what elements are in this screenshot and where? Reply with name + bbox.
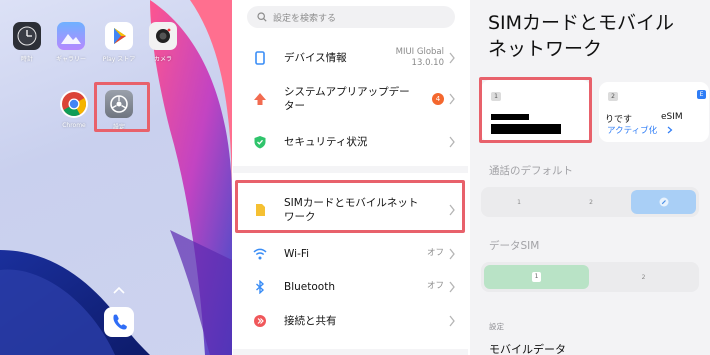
app-label: カメラ bbox=[153, 56, 172, 63]
section-divider bbox=[233, 349, 468, 355]
app-chrome[interactable]: Chrome bbox=[54, 90, 94, 129]
item-label: デバイス情報 bbox=[284, 52, 347, 64]
sim-settings-panel: SIMカードとモバイル ネットワーク 1 2 E りです eSIM アクティブ化… bbox=[470, 0, 710, 355]
sim2-card[interactable]: 2 E りです eSIM アクティブ化 bbox=[599, 82, 709, 142]
connection-sharing-icon bbox=[254, 315, 266, 327]
home-screen: 時計 ギャラリー Play ストア カメラ Chrome 設定 bbox=[0, 0, 232, 355]
call-default-selector[interactable]: 1 2 bbox=[481, 187, 699, 217]
highlight-sim1-card bbox=[479, 77, 592, 143]
shield-check-icon bbox=[254, 136, 266, 149]
app-label: ギャラリー bbox=[55, 56, 86, 63]
section-label-call-default: 通話のデフォルト bbox=[489, 165, 573, 177]
play-store-icon bbox=[105, 22, 133, 50]
highlight-settings-app bbox=[94, 82, 150, 132]
app-label: Chrome bbox=[62, 122, 86, 129]
app-label: Play ストア bbox=[102, 56, 136, 63]
settings-panel: 設定を検索する デバイス情報 MIUI Global 13.0.10 システムア… bbox=[233, 0, 468, 355]
gallery-icon bbox=[57, 22, 85, 50]
item-label: 接続と共有 bbox=[284, 315, 337, 327]
search-icon bbox=[257, 12, 267, 22]
settings-item-security-status[interactable]: セキュリティ状況 bbox=[233, 128, 468, 156]
data-sim-selector[interactable]: 1 2 bbox=[481, 262, 699, 292]
edit-pen-icon bbox=[659, 197, 668, 207]
chevron-right-icon bbox=[449, 315, 455, 327]
wifi-icon bbox=[253, 248, 267, 260]
app-gallery[interactable]: ギャラリー bbox=[51, 22, 91, 63]
settings-item-device-info[interactable]: デバイス情報 MIUI Global 13.0.10 bbox=[233, 44, 468, 72]
section-label-data-sim: データSIM bbox=[489, 240, 540, 252]
app-clock[interactable]: 時計 bbox=[7, 22, 47, 63]
item-value: オフ bbox=[426, 281, 444, 291]
data-option-sim1[interactable]: 1 bbox=[484, 265, 589, 289]
chevron-right-icon bbox=[449, 248, 455, 260]
esim-indicator-icon: E bbox=[697, 90, 706, 99]
update-arrow-icon bbox=[254, 93, 266, 105]
search-bar[interactable]: 設定を検索する bbox=[247, 6, 455, 28]
item-label: Bluetooth bbox=[284, 281, 335, 293]
app-camera[interactable]: カメラ bbox=[143, 22, 183, 63]
app-label: 時計 bbox=[20, 56, 33, 63]
call-option-sim1[interactable]: 1 bbox=[484, 190, 554, 214]
bluetooth-icon bbox=[256, 280, 265, 294]
app-phone[interactable] bbox=[104, 307, 134, 337]
chevron-right-icon bbox=[449, 52, 455, 64]
item-value: オフ bbox=[426, 248, 444, 258]
camera-icon bbox=[149, 22, 177, 50]
phone-icon bbox=[113, 314, 127, 330]
section-divider bbox=[233, 166, 468, 173]
chevron-right-icon bbox=[449, 93, 455, 105]
chevron-right-icon bbox=[449, 136, 455, 148]
settings-item-bluetooth[interactable]: Bluetooth オフ bbox=[233, 273, 468, 301]
settings-item-connection-sharing[interactable]: 接続と共有 bbox=[233, 307, 468, 335]
settings-item-wifi[interactable]: Wi-Fi オフ bbox=[233, 240, 468, 268]
item-label: Wi-Fi bbox=[284, 248, 310, 260]
item-value: MIUI Global 13.0.10 bbox=[395, 47, 444, 68]
call-option-ask[interactable] bbox=[631, 190, 696, 214]
sim-slot-badge: 2 bbox=[608, 92, 618, 101]
phone-outline-icon bbox=[255, 51, 265, 65]
data-option-sim2[interactable]: 2 bbox=[591, 265, 696, 289]
call-option-sim2[interactable]: 2 bbox=[556, 190, 626, 214]
app-play-store[interactable]: Play ストア bbox=[99, 22, 139, 63]
chevron-up-icon[interactable] bbox=[113, 286, 125, 294]
mobile-data-item[interactable]: モバイルデータ bbox=[489, 341, 566, 355]
update-count-badge: 4 bbox=[432, 93, 444, 105]
activate-link[interactable]: アクティブ化 bbox=[607, 124, 657, 136]
clock-icon bbox=[13, 22, 41, 50]
section-label-settings: 設定 bbox=[489, 322, 504, 331]
page-title: SIMカードとモバイル ネットワーク bbox=[488, 12, 675, 60]
chevron-right-icon bbox=[449, 281, 455, 293]
highlight-sim-item bbox=[235, 180, 465, 233]
settings-item-system-app-updater[interactable]: システムアプリアップデー ター 4 bbox=[233, 82, 468, 116]
search-placeholder: 設定を検索する bbox=[273, 13, 337, 24]
chevron-right-icon bbox=[667, 126, 673, 134]
item-label: セキュリティ状況 bbox=[284, 136, 368, 148]
item-label: システムアプリアップデー ター bbox=[284, 86, 410, 112]
sim2-type: eSIM bbox=[661, 112, 683, 122]
chrome-icon bbox=[60, 90, 88, 118]
